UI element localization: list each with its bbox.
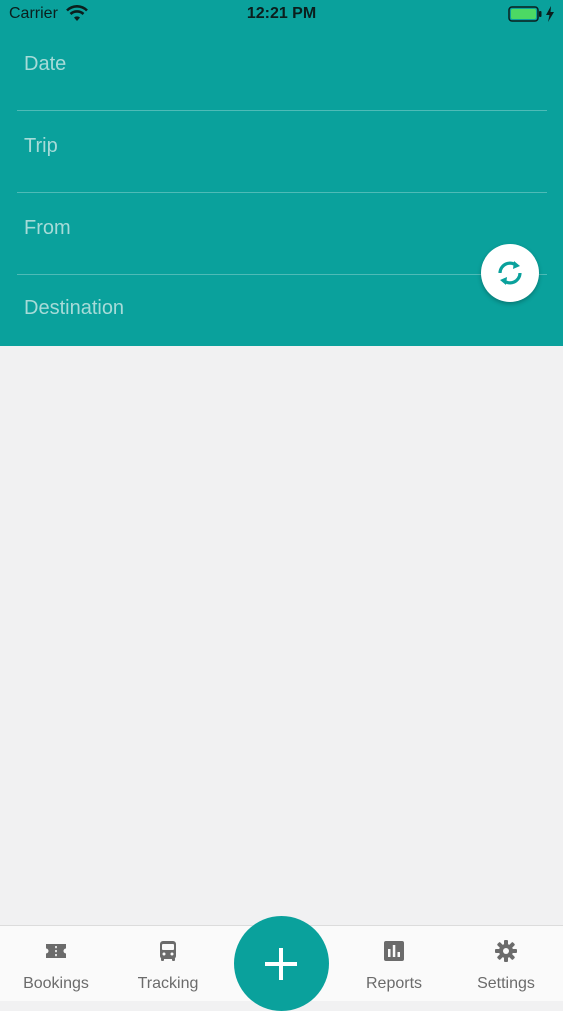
charging-bolt-icon (546, 6, 554, 22)
trip-placeholder: Trip (24, 135, 58, 157)
tab-settings[interactable]: Settings (450, 926, 562, 1001)
plus-icon (265, 948, 297, 980)
destination-field[interactable]: Destination (17, 276, 547, 346)
search-form: Date Trip From Destination (0, 30, 563, 346)
date-field[interactable]: Date (17, 30, 547, 111)
tab-tracking-label: Tracking (137, 975, 199, 992)
content-area (0, 346, 563, 925)
from-field[interactable]: From (17, 194, 547, 275)
add-button[interactable] (234, 916, 329, 1011)
tab-bookings-label: Bookings (23, 975, 89, 992)
from-placeholder: From (24, 217, 71, 239)
bus-icon (160, 941, 176, 961)
bar-chart-icon (384, 941, 404, 961)
tab-settings-label: Settings (477, 975, 535, 992)
battery-icon (508, 6, 542, 22)
status-bar: Carrier 12:21 PM (0, 0, 563, 30)
swap-refresh-icon (498, 261, 522, 285)
trip-field[interactable]: Trip (17, 112, 547, 193)
ticket-icon (46, 944, 66, 958)
date-placeholder: Date (24, 53, 67, 75)
gear-icon (495, 940, 517, 962)
clock: 12:21 PM (246, 5, 317, 22)
tab-reports-label: Reports (365, 975, 423, 992)
tab-reports[interactable]: Reports (338, 926, 450, 1001)
swap-locations-button[interactable] (481, 244, 539, 302)
tab-bookings[interactable]: Bookings (0, 926, 112, 1001)
tab-tracking[interactable]: Tracking (112, 926, 224, 1001)
destination-placeholder: Destination (24, 297, 125, 319)
